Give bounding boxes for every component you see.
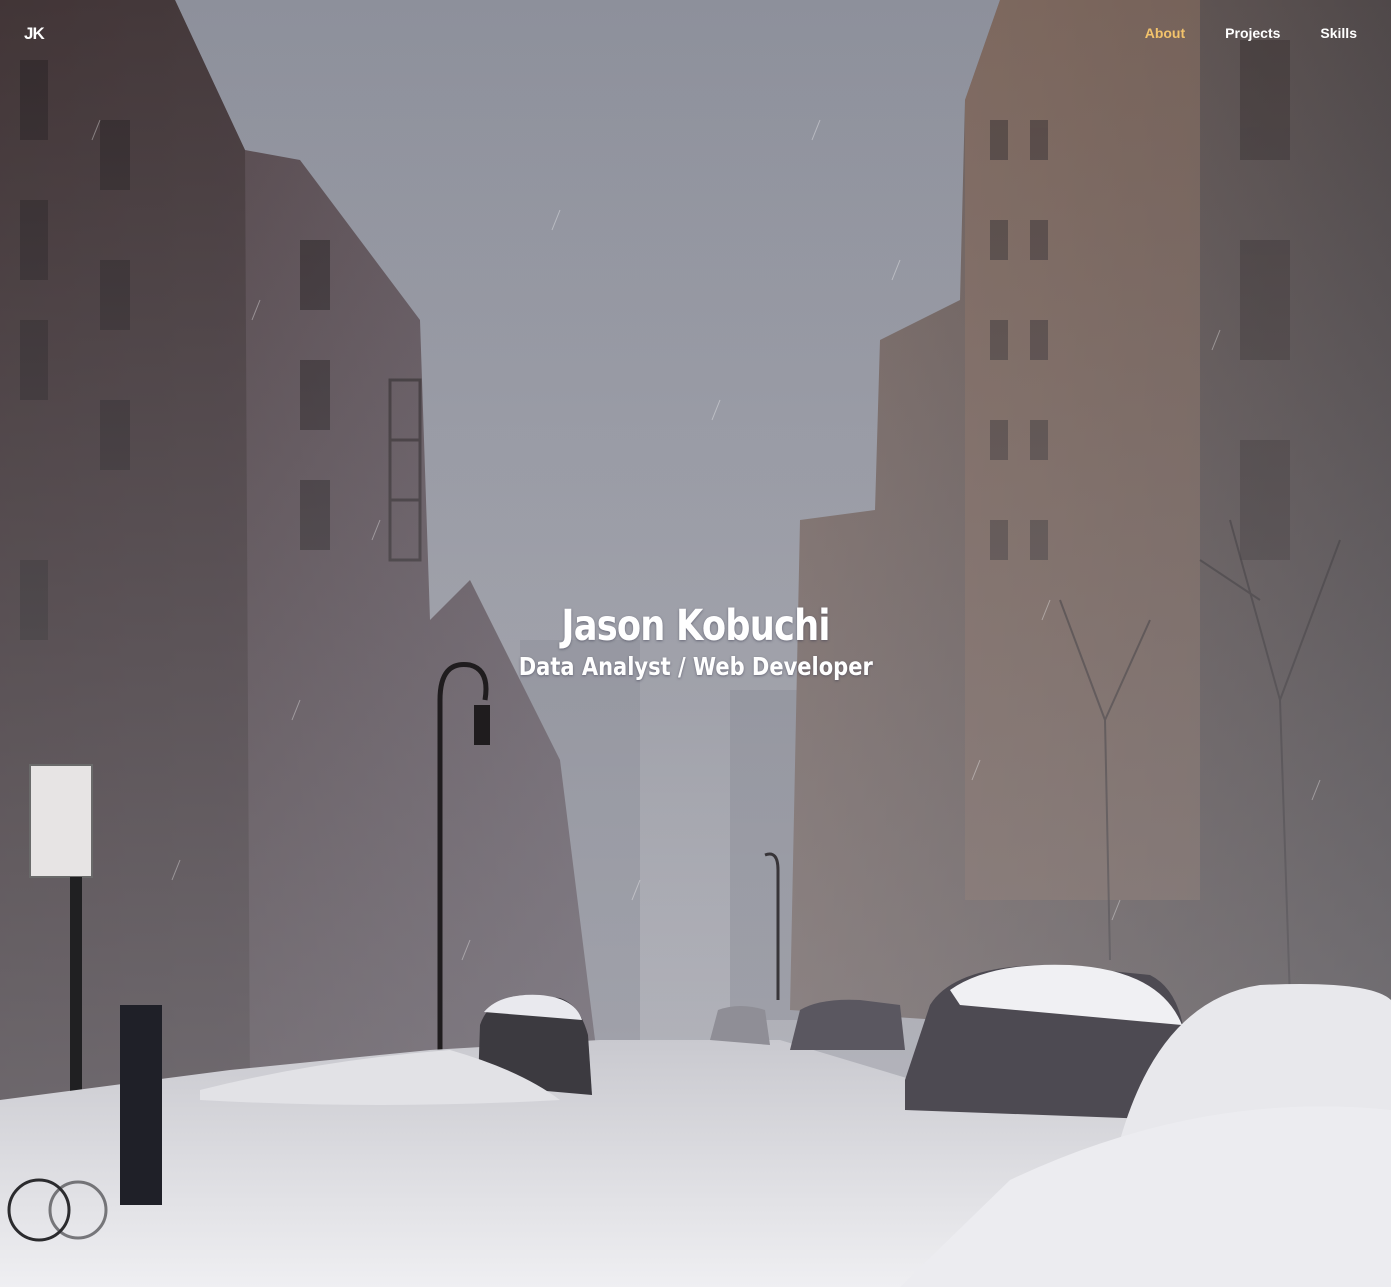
hero-title-block: Jason Kobuchi Data Analyst / Web Develop…: [0, 600, 1391, 682]
hero-subtitle: Data Analyst / Web Developer: [518, 652, 873, 681]
brand-logo-link[interactable]: JK: [24, 24, 45, 44]
nav-link-skills[interactable]: Skills: [1320, 25, 1357, 41]
top-navbar: JK About Projects Skills: [0, 0, 1391, 70]
nav-link-projects[interactable]: Projects: [1225, 25, 1280, 41]
hero-name-heading: Jason Kobuchi: [561, 601, 830, 651]
hero-section: JK About Projects Skills Jason Kobuchi D…: [0, 0, 1391, 1287]
nav-link-about[interactable]: About: [1145, 25, 1185, 41]
nav-links: About Projects Skills: [1145, 25, 1357, 41]
